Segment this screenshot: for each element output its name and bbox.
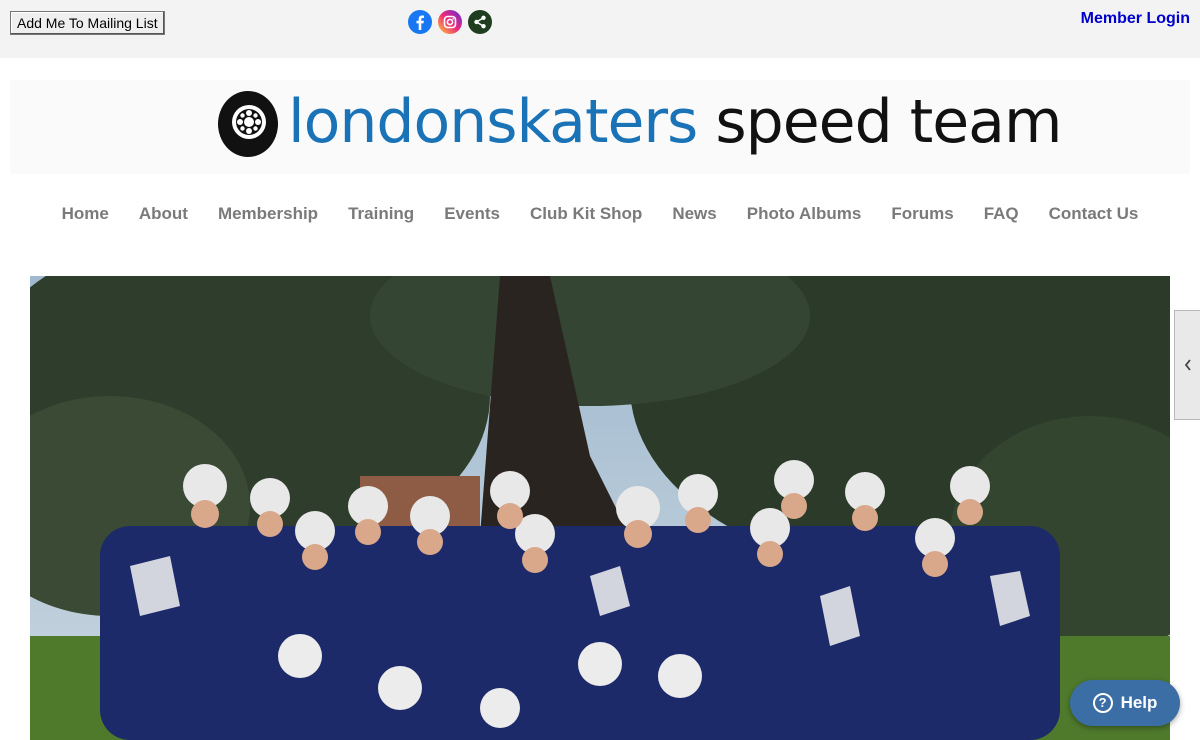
nav-item-faq[interactable]: FAQ	[984, 200, 1019, 230]
nav-item-forums[interactable]: Forums	[891, 200, 953, 230]
facebook-icon[interactable]	[408, 10, 432, 34]
chevron-left-icon	[1184, 359, 1191, 371]
nav-item-membership[interactable]: Membership	[218, 200, 318, 230]
share-icon[interactable]	[468, 10, 492, 34]
nav-item-training[interactable]: Training	[348, 200, 414, 230]
help-label: Help	[1120, 693, 1158, 712]
side-panel-toggle[interactable]	[1174, 310, 1200, 420]
add-to-mailing-list-button[interactable]: Add Me To Mailing List	[10, 11, 165, 35]
site-logo-text[interactable]: londonskaters speed team	[288, 84, 1062, 160]
top-bar: Add Me To Mailing List Member Login	[0, 0, 1200, 58]
member-login-link[interactable]: Member Login	[1081, 10, 1190, 28]
question-mark-icon: ?	[1092, 693, 1113, 713]
main-navigation: Home About Membership Training Events Cl…	[0, 200, 1200, 230]
nav-item-contact-us[interactable]: Contact Us	[1049, 200, 1139, 230]
skate-wheel-logo-icon	[218, 91, 278, 157]
nav-item-events[interactable]: Events	[444, 200, 500, 230]
nav-item-home[interactable]: Home	[62, 200, 109, 230]
nav-item-photo-albums[interactable]: Photo Albums	[747, 200, 862, 230]
nav-item-about[interactable]: About	[139, 200, 188, 230]
instagram-icon[interactable]	[438, 10, 462, 34]
logo-text-primary: londonskaters	[288, 87, 698, 157]
nav-item-news[interactable]: News	[672, 200, 716, 230]
hero-team-photo	[30, 276, 1170, 740]
logo-text-secondary: speed team	[715, 87, 1062, 157]
nav-item-club-kit-shop[interactable]: Club Kit Shop	[530, 200, 642, 230]
help-button[interactable]: ? Help	[1070, 680, 1180, 726]
